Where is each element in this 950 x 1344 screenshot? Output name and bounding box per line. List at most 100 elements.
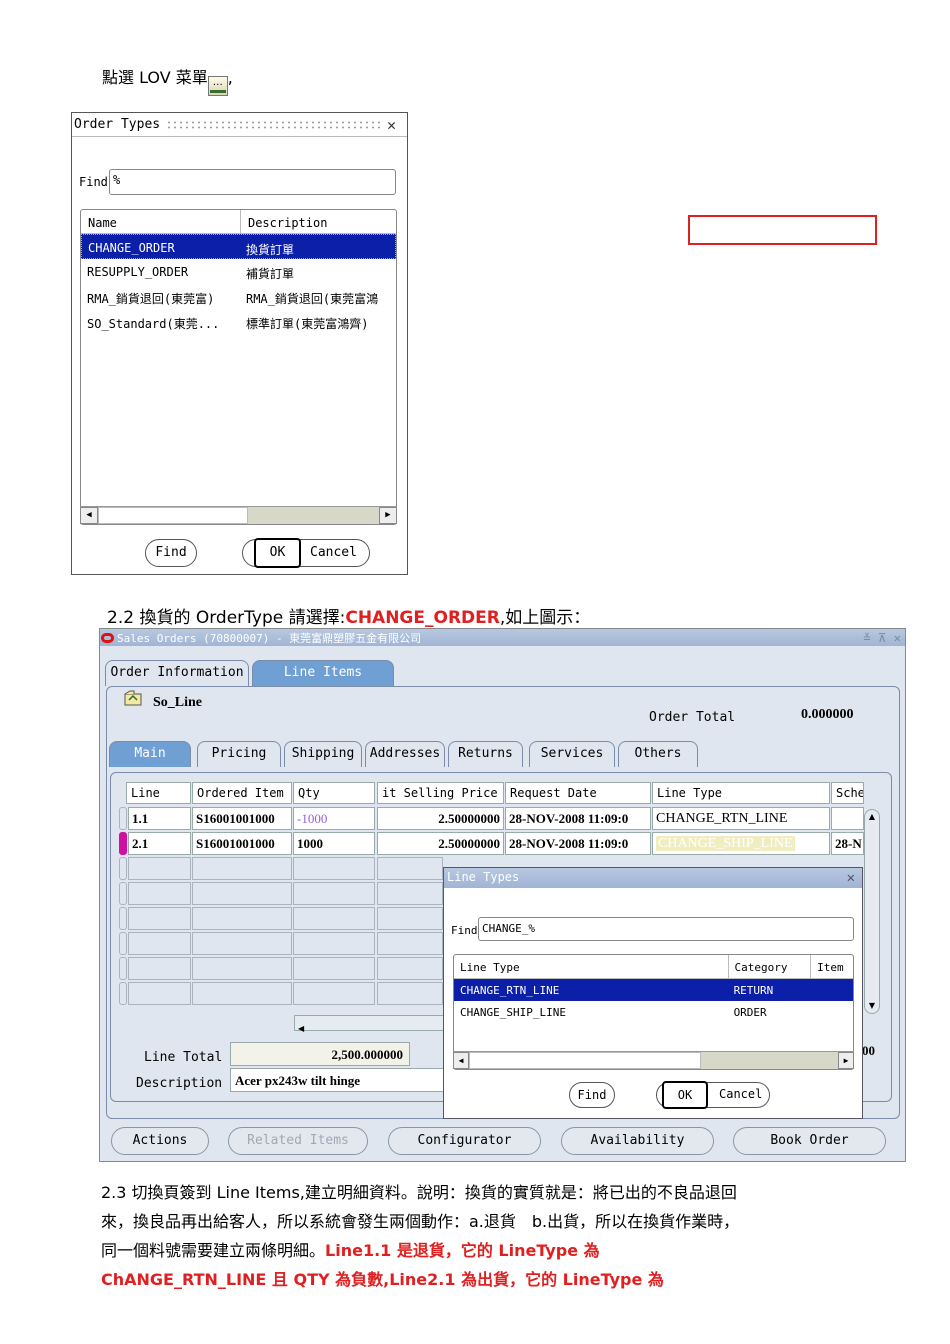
sales-orders-titlebar: Sales Orders (70800007) - 東莞富鼎塑膠五金有限公司 ≚… [100, 629, 905, 646]
cell-qty[interactable]: -1000 [293, 807, 375, 830]
scroll-right-icon[interactable]: ▶ [838, 1052, 854, 1069]
find-input[interactable]: CHANGE_% [478, 917, 854, 941]
find-button[interactable]: Find [569, 1082, 615, 1108]
cell-selling-price[interactable]: 2.50000000 [377, 832, 504, 855]
column-header-qty: Qty [293, 782, 375, 804]
list-item[interactable]: CHANGE_ORDER 換貨訂單 [81, 234, 396, 259]
horizontal-scrollbar[interactable]: ◀ ▶ [453, 1051, 854, 1069]
cell-line[interactable]: 2.1 [128, 832, 191, 855]
item-description: 補貨訂單 [245, 267, 294, 281]
oracle-logo-icon [101, 632, 114, 643]
scroll-right-icon[interactable]: ▶ [379, 507, 397, 524]
ok-button[interactable]: OK [254, 538, 301, 568]
scroll-thumb[interactable] [469, 1052, 701, 1069]
caption-2-2: 2.2 換貨的 OrderType 請選擇:CHANGE_ORDER,如上圖示： [107, 603, 590, 628]
column-header-line-type[interactable]: Line Type [454, 955, 728, 978]
row-indicator[interactable] [119, 832, 127, 855]
cell-selling-price[interactable]: 2.50000000 [377, 807, 504, 830]
list-header: Name Description [81, 210, 396, 234]
highlight-box [688, 215, 877, 245]
ok-button[interactable]: OK [662, 1081, 708, 1109]
scroll-up-icon[interactable]: ▲ [865, 810, 879, 824]
configurator-button[interactable]: Configurator [388, 1127, 541, 1155]
intro-label: 點選 LOV 菜單 [102, 68, 208, 87]
row-indicator[interactable] [119, 807, 127, 830]
list-item[interactable]: RMA_銷貨退回(東莞富) RMA_銷貨退回(東莞富鴻 [81, 284, 396, 309]
close-icon[interactable]: ✕ [847, 870, 859, 886]
grid-vertical-scrollbar[interactable]: ▲ ▼ [864, 809, 880, 1014]
tab-services[interactable]: Services [529, 741, 615, 767]
column-header-ordered-item: Ordered Item [192, 782, 292, 804]
explanation-line-3: 同一個料號需要建立兩條明細。Line1.1 是退貨，它的 LineType 為 [101, 1236, 891, 1265]
intro-text: 點選 LOV 菜單…, [102, 64, 233, 96]
caption-highlight: CHANGE_ORDER [345, 608, 500, 628]
cell-request-date[interactable]: 28-NOV-2008 11:09:0 [505, 807, 651, 830]
close-icon[interactable]: ✕ [387, 116, 407, 134]
tab-addresses[interactable]: Addresses [365, 741, 445, 767]
item-category: RETURN [733, 984, 774, 997]
actions-button[interactable]: Actions [111, 1127, 209, 1155]
list-header: Line Type Category Item [454, 955, 853, 979]
cell-line-type[interactable]: CHANGE_SHIP_LINE [652, 832, 830, 855]
item-name: SO_Standard(東莞... [87, 317, 220, 331]
item-name: RMA_銷貨退回(東莞富) [87, 292, 215, 306]
cell-ordered-item[interactable]: S16001001000 [192, 807, 292, 830]
scroll-left-icon[interactable]: ◀ [453, 1052, 469, 1069]
scroll-left-icon[interactable]: ◀ [295, 1024, 304, 1033]
list-item[interactable]: CHANGE_SHIP_LINE ORDER [454, 1001, 853, 1023]
find-label: Find [451, 924, 478, 937]
column-header-name[interactable]: Name [81, 210, 240, 233]
list-item[interactable]: SO_Standard(東莞... 標準訂單(東莞富鴻齊) [81, 309, 396, 334]
list-item[interactable]: RESUPPLY_ORDER 補貨訂單 [81, 259, 396, 284]
cell-schedule[interactable] [831, 807, 864, 830]
horizontal-scrollbar[interactable]: ◀ ▶ [80, 506, 397, 524]
explanation-line-2: 來，換良品再出給客人，所以系統會發生兩個動作：a.退貨 b.出貨，所以在換貨作業… [101, 1212, 740, 1231]
cell-line[interactable]: 1.1 [128, 807, 191, 830]
tab-returns[interactable]: Returns [448, 741, 523, 767]
cancel-button[interactable]: Cancel [310, 545, 357, 560]
cell-ordered-item[interactable]: S16001001000 [192, 832, 292, 855]
grid-horizontal-scrollbar[interactable]: ◀ [294, 1015, 444, 1033]
titlebar-grip [166, 119, 381, 130]
scroll-left-icon[interactable]: ◀ [80, 507, 98, 524]
window-title: Sales Orders (70800007) - 東莞富鼎塑膠五金有限公司 [117, 631, 422, 645]
scroll-track[interactable] [98, 507, 379, 524]
tab-shipping[interactable]: Shipping [284, 741, 362, 767]
scroll-thumb[interactable] [98, 507, 248, 524]
column-header-description[interactable]: Description [239, 210, 396, 233]
cancel-button[interactable]: Cancel [719, 1087, 762, 1101]
tab-pricing[interactable]: Pricing [197, 741, 281, 767]
tab-others[interactable]: Others [618, 741, 698, 767]
line-types-title: Line Types [447, 870, 520, 884]
related-items-button[interactable]: Related Items [228, 1127, 368, 1155]
cell-schedule[interactable]: 28-N [831, 832, 864, 855]
find-button[interactable]: Find [145, 539, 197, 567]
column-header-request-date: Request Date [505, 782, 651, 804]
availability-button[interactable]: Availability [561, 1127, 714, 1155]
explanation-text: 2.3 切換頁簽到 Line Items,建立明細資料。說明：換貨的實質就是：將… [101, 1178, 891, 1294]
line-total-value: 2,500.000000 [230, 1042, 410, 1066]
scroll-down-icon[interactable]: ▼ [865, 999, 879, 1013]
cell-qty[interactable]: 1000 [293, 832, 375, 855]
column-header-item[interactable]: Item [810, 955, 853, 978]
lov-menu-icon: … [207, 76, 228, 96]
explanation-line-3-red: Line1.1 是退貨，它的 LineType 為 [325, 1241, 600, 1260]
list-item[interactable]: CHANGE_RTN_LINE RETURN [454, 979, 853, 1001]
order-types-titlebar: Order Types ✕ [72, 113, 407, 137]
description-label: Description [136, 1076, 223, 1091]
tab-main[interactable]: Main [109, 741, 191, 767]
folder-icon[interactable] [124, 690, 142, 706]
item-item [810, 1001, 853, 1023]
cell-request-date[interactable]: 28-NOV-2008 11:09:0 [505, 832, 651, 855]
tab-order-information[interactable]: Order Information [105, 660, 249, 686]
so-line-label: So_Line [153, 695, 203, 710]
column-header-category[interactable]: Category [727, 955, 811, 978]
book-order-button[interactable]: Book Order [733, 1127, 886, 1155]
tab-line-items[interactable]: Line Items [252, 660, 394, 686]
line-types-titlebar: Line Types ✕ [444, 868, 862, 888]
cell-line-type[interactable]: CHANGE_RTN_LINE [652, 807, 830, 830]
intro-suffix: , [227, 68, 233, 87]
window-controls-icon[interactable]: ≚ ⊼ ✕ [863, 631, 905, 645]
find-input[interactable]: % [109, 169, 396, 195]
sales-orders-window: Sales Orders (70800007) - 東莞富鼎塑膠五金有限公司 ≚… [99, 628, 906, 1162]
